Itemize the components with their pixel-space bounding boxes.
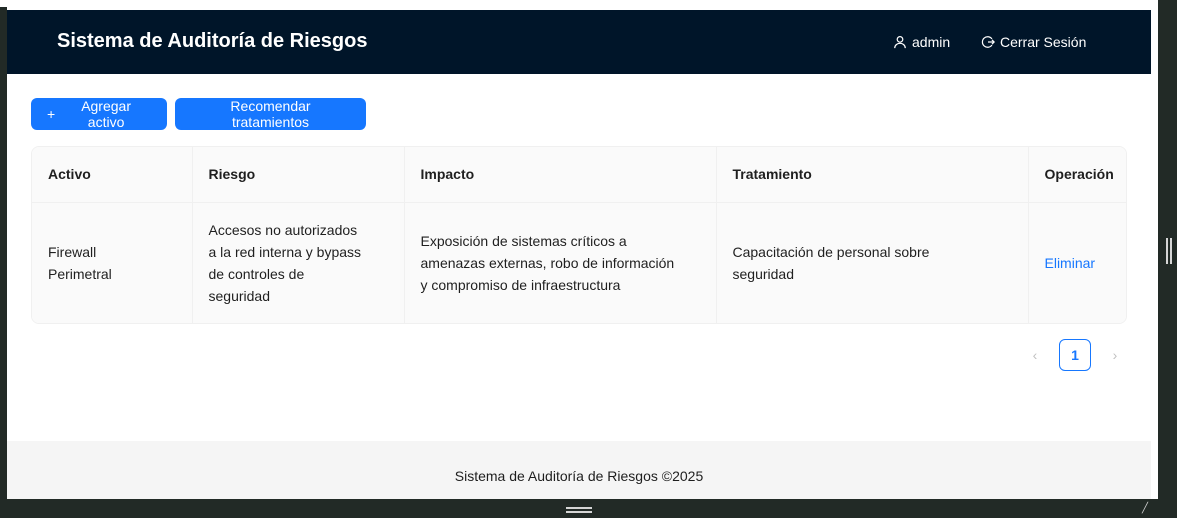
browser-viewport: Sistema de Auditoría de Riesgos admin Ce… <box>7 7 1158 499</box>
window-frame-top <box>0 0 1160 7</box>
user-menu[interactable]: admin <box>893 34 950 50</box>
resize-corner-icon[interactable]: ╱ <box>1142 503 1154 515</box>
column-header-impacto: Impacto <box>404 147 717 203</box>
add-asset-label: Agregar activo <box>81 98 131 130</box>
footer-text: Sistema de Auditoría de Riesgos ©2025 <box>454 468 704 484</box>
splitter-grip-icon <box>566 507 592 513</box>
delete-link[interactable]: Eliminar <box>1045 255 1096 271</box>
app-footer: Sistema de Auditoría de Riesgos ©2025 <box>7 441 1151 499</box>
assets-table: Activo Riesgo Impacto Tratamiento Operac… <box>31 146 1127 324</box>
add-asset-button[interactable]: + Agregar activo <box>31 98 167 130</box>
cell-riesgo: Accesos no autorizados a la red interna … <box>192 202 405 323</box>
prev-page-icon[interactable]: ‹ <box>1019 339 1051 371</box>
cell-activo: Firewall Perimetral <box>32 202 193 323</box>
user-icon <box>894 35 906 49</box>
window-splitter-horizontal[interactable]: ╱ <box>0 499 1158 518</box>
table-header-row: Activo Riesgo Impacto Tratamiento Operac… <box>32 147 1126 203</box>
window-splitter-vertical[interactable] <box>1158 0 1177 518</box>
app-header: Sistema de Auditoría de Riesgos admin Ce… <box>7 10 1151 74</box>
table-row: Firewall Perimetral Accesos no autorizad… <box>32 202 1126 323</box>
app-title: Sistema de Auditoría de Riesgos <box>57 30 368 52</box>
cell-operacion: Eliminar <box>1028 202 1126 323</box>
cell-tratamiento: Capacitación de personal sobre seguridad <box>716 202 1029 323</box>
recommend-label: Recomendar tratamientos <box>230 98 311 130</box>
logout-button[interactable]: Cerrar Sesión <box>981 34 1086 50</box>
recommend-treatments-button[interactable]: Recomendar tratamientos <box>175 98 366 130</box>
logout-icon <box>981 36 995 48</box>
column-header-activo: Activo <box>32 147 193 203</box>
logout-label: Cerrar Sesión <box>1000 34 1087 50</box>
pagination: ‹ 1 › <box>1019 339 1131 371</box>
column-header-operacion: Operación <box>1028 147 1126 203</box>
page-number-current[interactable]: 1 <box>1059 339 1091 371</box>
column-header-tratamiento: Tratamiento <box>716 147 1029 203</box>
next-page-icon[interactable]: › <box>1099 339 1131 371</box>
plus-icon: + <box>47 106 56 122</box>
cell-impacto: Exposición de sistemas críticos a amenaz… <box>404 202 717 323</box>
splitter-grip-icon <box>1166 238 1172 264</box>
column-header-riesgo: Riesgo <box>192 147 405 203</box>
user-name: admin <box>912 34 951 50</box>
